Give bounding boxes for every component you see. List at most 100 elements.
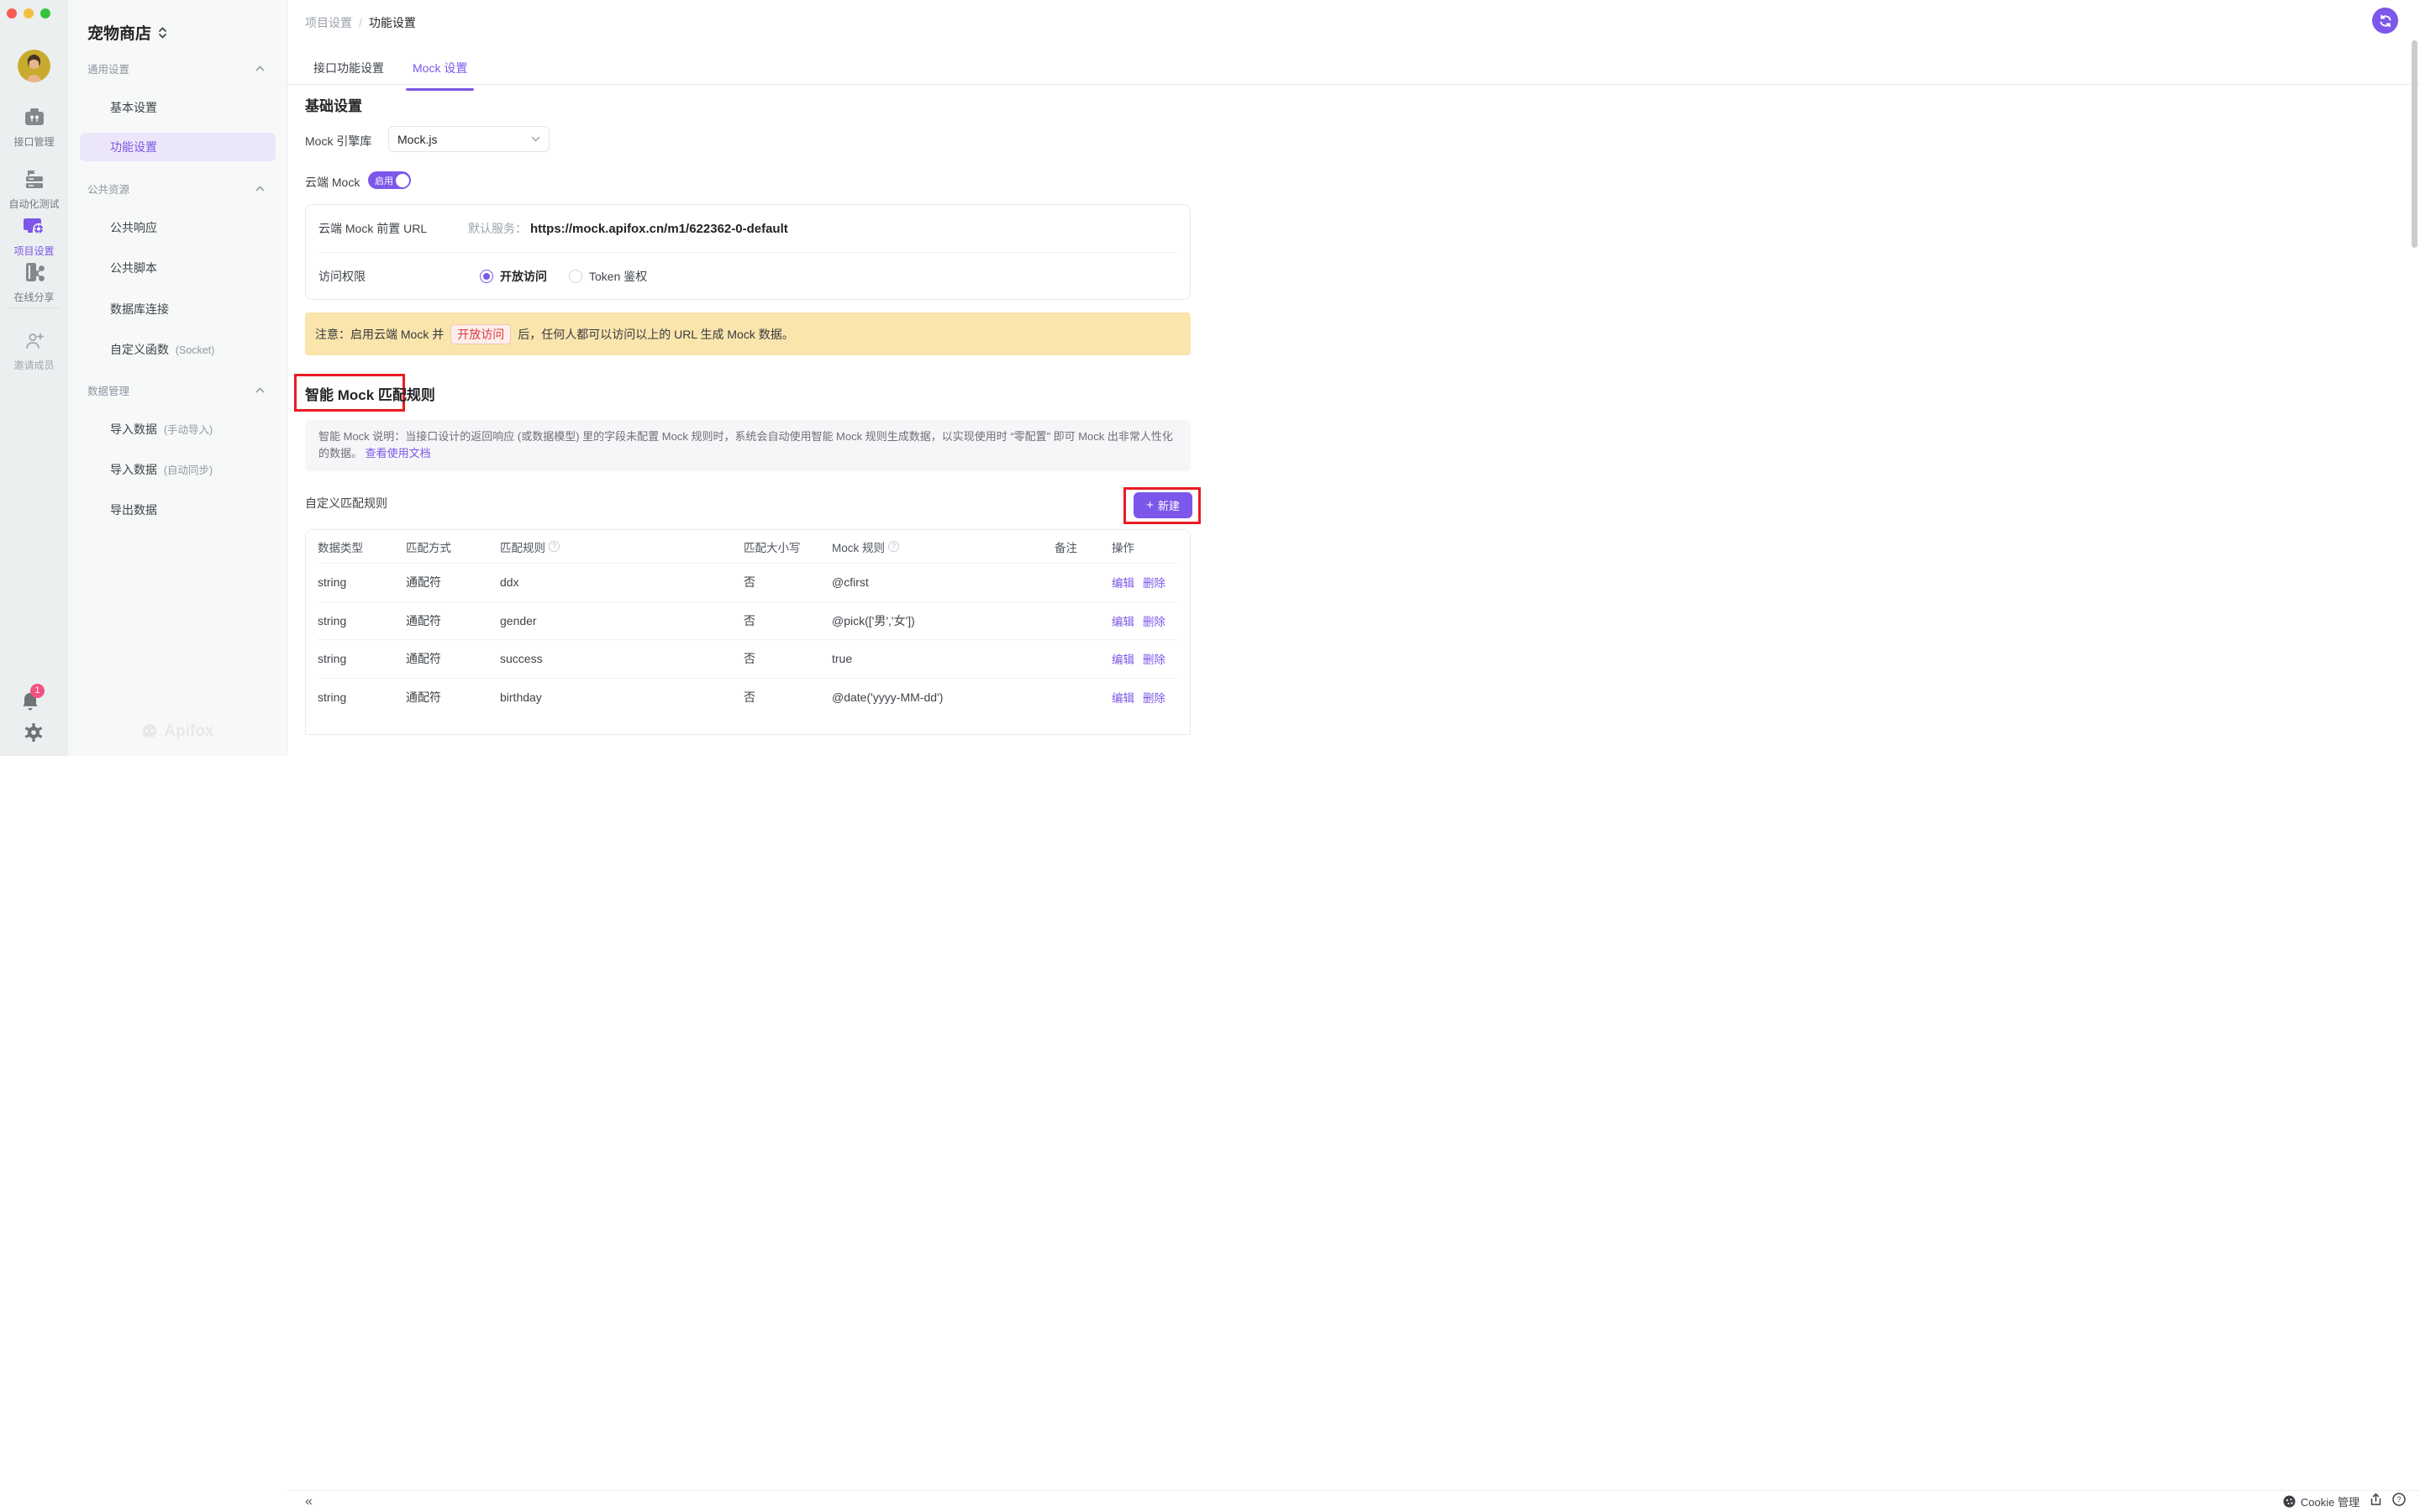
col-header-data-type: 数据类型 bbox=[318, 541, 363, 554]
cell-actions: 编辑 删除 bbox=[1112, 650, 1178, 667]
vertical-scrollbar-thumb[interactable] bbox=[2412, 40, 2417, 248]
sidebar-item-export-data[interactable]: 导出数据 bbox=[80, 496, 276, 524]
delete-link[interactable]: 删除 bbox=[1143, 650, 1165, 667]
cell-data-type: string bbox=[318, 690, 347, 704]
rail-item-label: 接口管理 bbox=[13, 136, 55, 148]
cloud-mock-toggle[interactable]: 启用 bbox=[368, 171, 411, 189]
access-radio-group: 开放访问 Token 鉴权 bbox=[480, 268, 647, 285]
sidebar-item-public-response[interactable]: 公共响应 bbox=[80, 213, 276, 242]
item-label: 导入数据 bbox=[110, 463, 157, 476]
radio-label: 开放访问 bbox=[500, 270, 547, 283]
collapse-sidebar-button[interactable]: « bbox=[305, 1494, 313, 1509]
help-icon[interactable]: ? bbox=[549, 541, 560, 552]
edit-link[interactable]: 编辑 bbox=[1112, 689, 1134, 706]
cookie-manager-label: Cookie 管理 bbox=[2300, 1496, 2360, 1509]
mock-base-url[interactable]: https://mock.apifox.cn/m1/622362-0-defau… bbox=[530, 222, 788, 236]
apifox-watermark: Apifox bbox=[68, 722, 287, 741]
sidebar-item-api-management[interactable]: 接口管理 bbox=[0, 106, 68, 149]
table-row: string 通配符 birthday 否 @date('yyyy-MM-dd'… bbox=[318, 677, 1178, 717]
app-rail: 接口管理 自动化测试 项目设置 在线分享 邀请成员 1 bbox=[0, 0, 68, 756]
cell-match-rule: birthday bbox=[500, 690, 542, 704]
edit-link[interactable]: 编辑 bbox=[1112, 612, 1134, 629]
main-panel: 项目设置 / 功能设置 接口功能设置 Mock 设置 基础设置 Mock 引擎库… bbox=[287, 0, 2420, 756]
sidebar-item-import-sync[interactable]: 导入数据 (自动同步) bbox=[80, 455, 276, 484]
settings-tabbar: 接口功能设置 Mock 设置 bbox=[287, 58, 2420, 91]
sidebar-item-import-manual[interactable]: 导入数据 (手动导入) bbox=[80, 415, 276, 444]
breadcrumb-parent[interactable]: 项目设置 bbox=[305, 14, 352, 31]
breadcrumb-separator: / bbox=[359, 16, 362, 29]
sidebar-item-feature-settings[interactable]: 功能设置 bbox=[80, 133, 276, 161]
chevron-up-down-icon bbox=[159, 26, 166, 39]
automated-testing-icon bbox=[24, 171, 45, 193]
rail-item-label: 邀请成员 bbox=[13, 360, 55, 371]
zoom-window-button[interactable] bbox=[40, 8, 50, 18]
close-window-button[interactable] bbox=[7, 8, 17, 18]
item-label: 导入数据 bbox=[110, 423, 157, 436]
sidebar-group-general[interactable]: 通用设置 bbox=[87, 60, 265, 76]
table-row: string 通配符 ddx 否 @cfirst 编辑 删除 bbox=[318, 563, 1178, 601]
edit-link[interactable]: 编辑 bbox=[1112, 574, 1134, 591]
cell-data-type: string bbox=[318, 652, 347, 666]
invite-member-button[interactable]: 邀请成员 bbox=[0, 331, 68, 372]
help-icon[interactable]: ? bbox=[888, 541, 900, 552]
item-suffix: (手动导入) bbox=[163, 424, 213, 436]
radio-token-auth[interactable]: Token 鉴权 bbox=[569, 268, 647, 285]
question-icon: ? bbox=[2392, 1493, 2406, 1506]
mock-engine-row: Mock 引擎库 Mock.js bbox=[305, 126, 550, 152]
notice-prefix: 注意：启用云端 Mock 并 bbox=[315, 327, 445, 341]
mock-url-row: 云端 Mock 前置 URL 默认服务： https://mock.apifox… bbox=[318, 205, 1177, 252]
export-button[interactable] bbox=[2370, 1493, 2382, 1510]
tab-label: 接口功能设置 bbox=[313, 61, 384, 75]
delete-link[interactable]: 删除 bbox=[1143, 574, 1165, 591]
window-controls[interactable] bbox=[7, 8, 50, 18]
sidebar-item-basic-settings[interactable]: 基本设置 bbox=[80, 93, 276, 122]
notifications-button[interactable]: 1 bbox=[20, 684, 49, 717]
item-label: 公共响应 bbox=[110, 221, 157, 234]
sidebar-item-automated-testing[interactable]: 自动化测试 bbox=[0, 168, 68, 211]
radio-open-access[interactable]: 开放访问 bbox=[480, 268, 547, 285]
sidebar-group-data-management[interactable]: 数据管理 bbox=[87, 382, 265, 398]
sidebar-group-public-resources[interactable]: 公共资源 bbox=[87, 181, 265, 197]
tab-mock-settings[interactable]: Mock 设置 bbox=[406, 58, 475, 91]
item-label: 导出数据 bbox=[110, 503, 157, 517]
help-button[interactable]: ? bbox=[2392, 1493, 2406, 1510]
mock-url-label: 云端 Mock 前置 URL bbox=[318, 222, 428, 235]
col-header-note: 备注 bbox=[1055, 541, 1077, 554]
cell-actions: 编辑 删除 bbox=[1112, 612, 1178, 629]
delete-link[interactable]: 删除 bbox=[1143, 612, 1165, 629]
rail-divider bbox=[8, 307, 60, 308]
settings-button[interactable] bbox=[22, 721, 45, 748]
access-permission-row: 访问权限 开放访问 Token 鉴权 bbox=[318, 253, 1177, 300]
cell-data-type: string bbox=[318, 613, 347, 627]
rail-item-label: 自动化测试 bbox=[8, 198, 60, 210]
gear-icon bbox=[24, 723, 43, 742]
notice-open-access-chip[interactable]: 开放访问 bbox=[450, 323, 512, 344]
sidebar-item-custom-function[interactable]: 自定义函数 (Socket) bbox=[80, 335, 276, 364]
mock-engine-label: Mock 引擎库 bbox=[305, 134, 372, 148]
table-row: string 通配符 success 否 true 编辑 删除 bbox=[318, 639, 1178, 678]
edit-link[interactable]: 编辑 bbox=[1112, 650, 1134, 667]
sidebar-item-project-settings[interactable]: 项目设置 bbox=[0, 215, 68, 258]
cookie-manager-button[interactable]: Cookie 管理 bbox=[2283, 1494, 2360, 1509]
sidebar-item-database-connection[interactable]: 数据库连接 bbox=[80, 295, 276, 323]
new-rule-button[interactable]: + 新建 bbox=[1134, 492, 1192, 518]
avatar[interactable] bbox=[18, 50, 50, 82]
tab-api-feature-settings[interactable]: 接口功能设置 bbox=[307, 58, 391, 84]
view-docs-link[interactable]: 查看使用文档 bbox=[366, 447, 431, 459]
cell-mock-rule: true bbox=[832, 652, 853, 666]
minimize-window-button[interactable] bbox=[24, 8, 34, 18]
cell-match-method: 通配符 bbox=[406, 652, 441, 666]
radio-unchecked-icon bbox=[569, 270, 582, 283]
cell-mock-rule: @cfirst bbox=[832, 575, 869, 590]
new-button-label: 新建 bbox=[1157, 500, 1180, 512]
group-label: 公共资源 bbox=[87, 184, 130, 196]
project-switcher[interactable]: 宠物商店 bbox=[87, 21, 167, 44]
item-label: 公共脚本 bbox=[110, 261, 157, 275]
refresh-button[interactable] bbox=[2372, 8, 2398, 34]
chevron-up-icon bbox=[255, 387, 265, 393]
rail-item-label: 项目设置 bbox=[13, 245, 55, 257]
sidebar-item-public-script[interactable]: 公共脚本 bbox=[80, 254, 276, 282]
mock-engine-select[interactable]: Mock.js bbox=[388, 126, 550, 152]
sidebar-item-online-share[interactable]: 在线分享 bbox=[0, 261, 68, 304]
delete-link[interactable]: 删除 bbox=[1143, 689, 1165, 706]
